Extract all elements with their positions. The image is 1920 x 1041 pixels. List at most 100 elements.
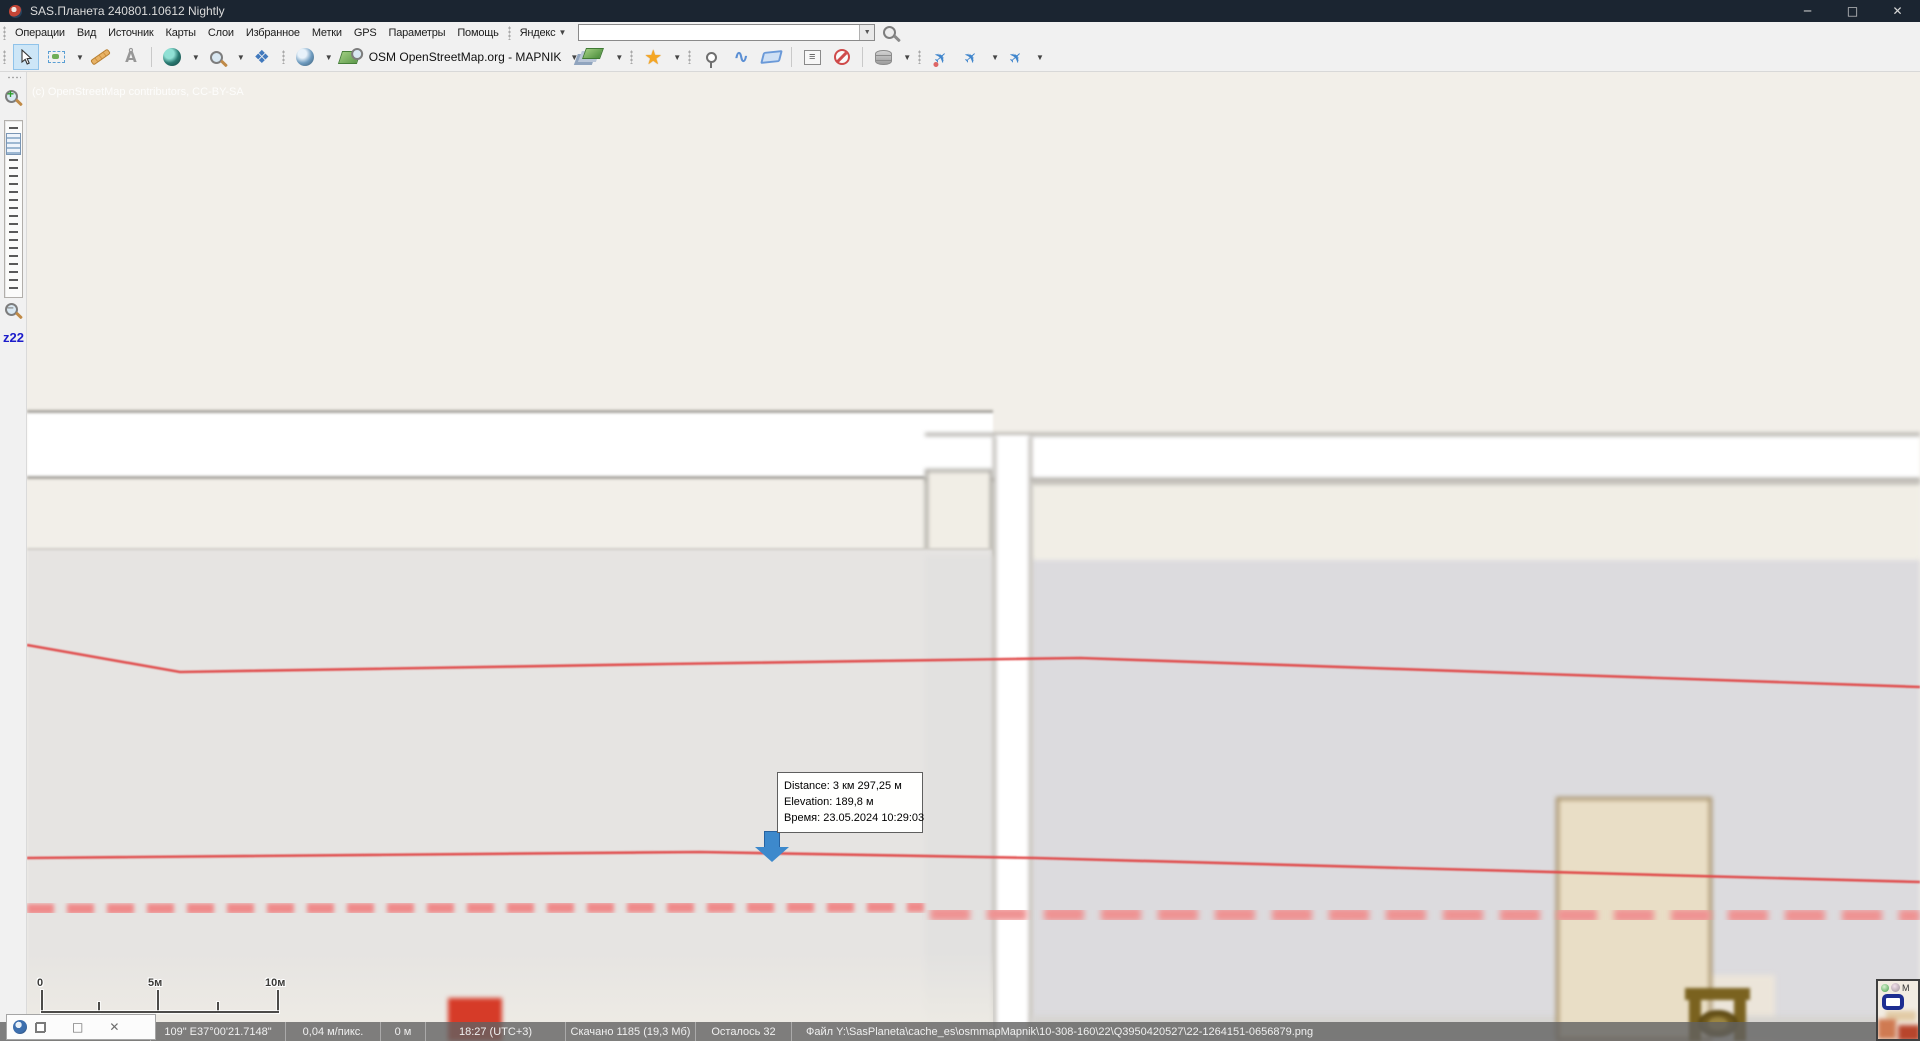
- favorites-toolbar-grip[interactable]: [630, 50, 633, 64]
- toolbar-separator: [151, 47, 152, 67]
- search-toolbar-grip[interactable]: [508, 26, 511, 40]
- menu-layers[interactable]: Слои: [202, 22, 240, 43]
- gps-track-dropdown-icon[interactable]: ▼: [991, 53, 999, 62]
- pan-tool-button[interactable]: [13, 44, 39, 70]
- scale-tick: [277, 990, 279, 1013]
- menu-operations[interactable]: Операции: [9, 22, 71, 43]
- maps-toolbar-grip[interactable]: [282, 50, 285, 64]
- collapsed-window[interactable]: □ ✕: [6, 1014, 156, 1040]
- layers-button[interactable]: [582, 44, 608, 70]
- toolbar-separator: [862, 47, 863, 67]
- menu-grip[interactable]: [3, 26, 6, 40]
- search-icon[interactable]: [883, 26, 896, 39]
- layers-dropdown-icon[interactable]: ▼: [615, 53, 623, 62]
- search-input[interactable]: ▼: [578, 24, 875, 41]
- scale-baseline: [41, 1011, 279, 1013]
- placemark-icon: [706, 52, 717, 63]
- zoom-in-icon[interactable]: +: [5, 90, 18, 103]
- map-building-block: [925, 469, 993, 556]
- fullscreen-icon: ❖: [254, 47, 270, 68]
- gps-connect-button[interactable]: ✈: [928, 44, 954, 70]
- menu-favorites[interactable]: Избранное: [240, 22, 306, 43]
- maximize-button[interactable]: □: [1830, 0, 1875, 22]
- minimap-globe-icon[interactable]: [1881, 984, 1889, 992]
- toolbar-grip[interactable]: [3, 50, 6, 64]
- gps-options-dropdown-icon[interactable]: ▼: [1036, 53, 1044, 62]
- minimap-marker-icon[interactable]: [1891, 983, 1900, 992]
- toolbar-separator: [791, 47, 792, 67]
- menu-help[interactable]: Помощь: [451, 22, 504, 43]
- close-button[interactable]: ✕: [1875, 0, 1920, 22]
- menu-placemarks[interactable]: Метки: [306, 22, 348, 43]
- cursor-arrow-icon: [18, 49, 34, 65]
- menu-maps[interactable]: Карты: [160, 22, 202, 43]
- placemark-manager-button[interactable]: ≡: [799, 44, 825, 70]
- ruler-tool-button[interactable]: [88, 44, 114, 70]
- map-building-block: [1032, 481, 1920, 560]
- favorites-button[interactable]: ★: [640, 44, 666, 70]
- globe-blue-icon: [296, 48, 314, 66]
- selection-tool-button[interactable]: [43, 44, 69, 70]
- favorites-dropdown-icon[interactable]: ▼: [673, 53, 681, 62]
- search-dropdown-icon[interactable]: ▼: [237, 53, 245, 62]
- cache-manager-button[interactable]: [870, 44, 896, 70]
- zoom-panel-grip[interactable]: [7, 76, 21, 79]
- search-dropdown-button[interactable]: ▼: [859, 25, 874, 40]
- zoom-slider[interactable]: [4, 120, 23, 298]
- add-path-button[interactable]: ∿: [728, 44, 754, 70]
- map-canvas[interactable]: (c) OpenStreetMap contributors, CC-BY-SA…: [27, 72, 1920, 1041]
- minimap-map-content: [1878, 1019, 1896, 1039]
- add-polygon-button[interactable]: [758, 44, 784, 70]
- add-placemark-button[interactable]: [698, 44, 724, 70]
- go-to-dropdown-icon[interactable]: ▼: [192, 53, 200, 62]
- layers-icon: [582, 48, 604, 59]
- minimize-button[interactable]: ─: [1785, 0, 1830, 22]
- gps-track-button[interactable]: ✈: [958, 44, 984, 70]
- mini-maximize-button[interactable]: □: [72, 1021, 83, 1033]
- main-toolbar: ▼ Å ▼ ▼ ❖ ▼ OSM OpenStreetMap.org - MAPN…: [0, 43, 1920, 72]
- tooltip-distance: Distance: 3 км 297,25 м: [784, 778, 916, 794]
- zoom-out-icon[interactable]: –: [5, 303, 18, 316]
- map-source-globe-button[interactable]: [292, 44, 318, 70]
- cache-dropdown-icon[interactable]: ▼: [903, 53, 911, 62]
- fullscreen-button[interactable]: ❖: [249, 44, 275, 70]
- boundary-dashed-right: [930, 914, 1920, 916]
- scale-label-5m: 5м: [148, 977, 162, 989]
- status-map-scale: 0,04 м/пикс.: [285, 1022, 380, 1041]
- search-engine-selector[interactable]: Яндекс ▼: [514, 22, 573, 43]
- gps-satellite-icon: ✈: [1005, 45, 1028, 68]
- gps-toolbar-grip[interactable]: [918, 50, 921, 64]
- menu-settings[interactable]: Параметры: [383, 22, 452, 43]
- scale-tick: [157, 990, 159, 1013]
- minimap-panel[interactable]: M: [1876, 979, 1920, 1041]
- status-tile-file-path: Файл Y:\SasPlaneta\cache_es\osmmapMapnik…: [791, 1022, 1920, 1041]
- ruler-icon: [91, 49, 112, 66]
- menu-bar: Операции Вид Источник Карты Слои Избранн…: [0, 22, 1920, 43]
- prohibition-icon: [834, 49, 850, 65]
- search-tool-button[interactable]: [204, 44, 230, 70]
- selection-dropdown-icon[interactable]: ▼: [76, 53, 84, 62]
- distance-calc-button[interactable]: Å: [118, 44, 144, 70]
- map-source-label[interactable]: OSM OpenStreetMap.org - MAPNIK: [369, 50, 562, 64]
- selection-rect-icon: [48, 51, 65, 63]
- status-elevation: 0 м: [380, 1022, 425, 1041]
- map-type-dropdown-icon[interactable]: ▼: [570, 53, 578, 62]
- gps-options-button[interactable]: ✈: [1003, 44, 1029, 70]
- menu-source[interactable]: Источник: [102, 22, 159, 43]
- zoom-slider-thumb[interactable]: [6, 133, 21, 155]
- marks-toolbar-grip[interactable]: [688, 50, 691, 64]
- app-icon: [9, 5, 22, 18]
- hide-marks-button[interactable]: [829, 44, 855, 70]
- map-source-dropdown-icon[interactable]: ▼: [325, 53, 333, 62]
- go-to-button[interactable]: [159, 44, 185, 70]
- restore-icon[interactable]: [35, 1022, 46, 1033]
- menu-view[interactable]: Вид: [71, 22, 102, 43]
- menu-gps[interactable]: GPS: [348, 22, 383, 43]
- map-type-button[interactable]: [337, 44, 363, 70]
- map-area-gray-right: [1032, 560, 1920, 1041]
- tooltip-elevation: Elevation: 189,8 м: [784, 794, 916, 810]
- zoom-panel: + – z22: [0, 72, 27, 1041]
- mini-close-button[interactable]: ✕: [109, 1021, 119, 1033]
- track-point-tooltip: Distance: 3 км 297,25 м Elevation: 189,8…: [777, 772, 923, 833]
- window-title: SAS.Планета 240801.10612 Nightly: [30, 4, 225, 18]
